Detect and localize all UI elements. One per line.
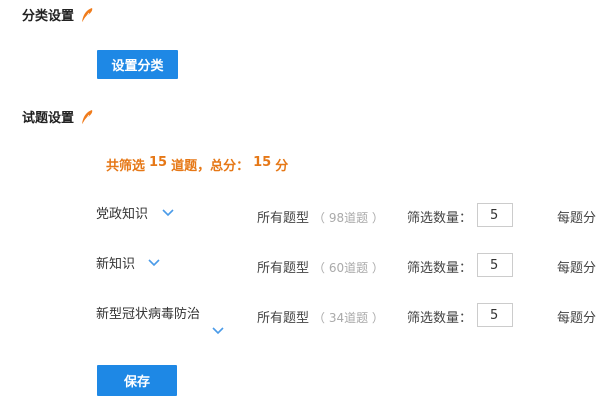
set-category-button[interactable]: 设置分类 xyxy=(97,50,178,79)
summary-mid: 道题，总分： xyxy=(171,159,250,174)
question-type-label: 所有题型（ 34道题 ） xyxy=(257,307,384,326)
category-name: 党政知识 xyxy=(96,207,149,222)
per-question-score-label: 每题分 xyxy=(557,211,597,226)
question-row: 党政知识 所有题型（ 98道题 ） 筛选数量： 每题分 xyxy=(0,200,600,240)
question-section-title: 试题设置 xyxy=(22,107,94,126)
category-section-title: 分类设置 xyxy=(22,5,94,24)
chevron-down-icon[interactable] xyxy=(148,259,160,267)
category-name: 新型冠状病毒防治 xyxy=(96,307,201,322)
filter-count-label: 筛选数量： xyxy=(407,311,473,326)
question-type-count: （ 60道题 ） xyxy=(313,261,384,275)
summary-suffix: 分 xyxy=(275,159,289,174)
question-type-count: （ 98道题 ） xyxy=(313,211,384,225)
save-button[interactable]: 保存 xyxy=(97,365,177,396)
page: 分类设置 设置分类 试题设置 共筛选 15 道题，总分： 15 分 党政知识 所… xyxy=(0,0,600,400)
summary-total-questions: 15 xyxy=(149,155,168,170)
per-question-score-label: 每题分 xyxy=(557,261,597,276)
question-type-text: 所有题型 xyxy=(257,261,310,276)
question-type-label: 所有题型（ 98道题 ） xyxy=(257,207,384,226)
filter-count-input[interactable] xyxy=(477,253,513,277)
filter-count-input[interactable] xyxy=(477,203,513,227)
per-question-score-label: 每题分 xyxy=(557,311,597,326)
question-row: 新型冠状病毒防治 所有题型（ 34道题 ） 筛选数量： 每题分 xyxy=(0,300,600,340)
summary-total-score: 15 xyxy=(253,155,272,170)
summary-prefix: 共筛选 xyxy=(106,159,146,174)
question-type-text: 所有题型 xyxy=(257,211,310,226)
filter-count-label: 筛选数量： xyxy=(407,261,473,276)
question-type-label: 所有题型（ 60道题 ） xyxy=(257,257,384,276)
chevron-down-icon[interactable] xyxy=(212,327,224,335)
feather-icon xyxy=(82,109,93,124)
category-name: 新知识 xyxy=(96,257,136,272)
question-section-label: 试题设置 xyxy=(22,111,75,126)
feather-icon xyxy=(82,7,93,22)
question-type-count: （ 34道题 ） xyxy=(313,311,384,325)
filter-count-input[interactable] xyxy=(477,303,513,327)
question-type-text: 所有题型 xyxy=(257,311,310,326)
question-row: 新知识 所有题型（ 60道题 ） 筛选数量： 每题分 xyxy=(0,250,600,290)
filter-count-label: 筛选数量： xyxy=(407,211,473,226)
summary-text: 共筛选 15 道题，总分： 15 分 xyxy=(106,155,288,174)
category-section-label: 分类设置 xyxy=(22,9,75,24)
chevron-down-icon[interactable] xyxy=(162,209,174,217)
